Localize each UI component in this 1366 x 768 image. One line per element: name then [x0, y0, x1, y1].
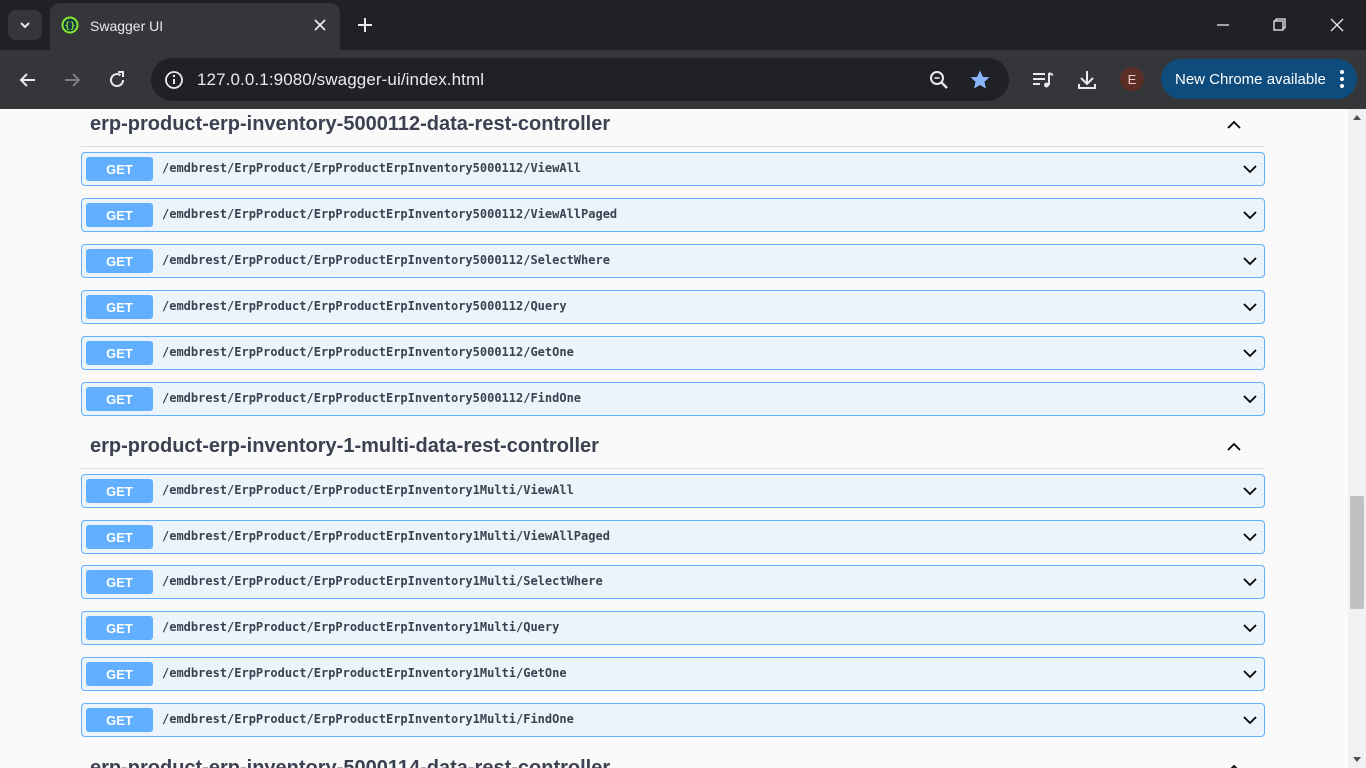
more-vert-icon[interactable] [1339, 69, 1345, 89]
svg-text:{}: {} [65, 22, 76, 32]
section-title: erp-product-erp-inventory-5000114-data-r… [90, 757, 611, 768]
chevron-down-icon[interactable] [1242, 161, 1258, 177]
section-title: erp-product-erp-inventory-5000112-data-r… [90, 113, 611, 135]
operation-row[interactable]: GET /emdbrest/ErpProduct/ErpProductErpIn… [81, 474, 1265, 508]
chevron-down-icon[interactable] [1242, 253, 1258, 269]
bookmark-star-icon[interactable] [968, 68, 992, 92]
chevron-down-icon [20, 22, 30, 29]
operation-row[interactable]: GET /emdbrest/ErpProduct/ErpProductErpIn… [81, 336, 1265, 370]
operation-row[interactable]: GET /emdbrest/ErpProduct/ErpProductErpIn… [81, 703, 1265, 737]
operation-path: /emdbrest/ErpProduct/ErpProductErpInvent… [162, 207, 618, 221]
close-icon[interactable] [312, 17, 328, 33]
chevron-down-icon[interactable] [1242, 712, 1258, 728]
operation-path: /emdbrest/ErpProduct/ErpProductErpInvent… [162, 391, 582, 405]
zoom-icon[interactable] [927, 68, 951, 92]
operation-path: /emdbrest/ErpProduct/ErpProductErpInvent… [162, 666, 567, 680]
page-viewport: erp-product-erp-inventory-5000112-data-r… [0, 109, 1348, 768]
operation-row[interactable]: GET /emdbrest/ErpProduct/ErpProductErpIn… [81, 290, 1265, 324]
section-header[interactable]: erp-product-erp-inventory-1-multi-data-r… [81, 427, 1265, 469]
download-icon[interactable] [1074, 67, 1100, 93]
vertical-scrollbar[interactable] [1348, 109, 1366, 768]
address-bar[interactable]: 127.0.0.1:9080/swagger-ui/index.html [151, 58, 1009, 101]
operation-path: /emdbrest/ErpProduct/ErpProductErpInvent… [162, 253, 610, 267]
media-controls-icon[interactable] [1030, 67, 1056, 93]
method-badge: GET [86, 157, 153, 181]
chevron-down-icon[interactable] [1242, 391, 1258, 407]
operation-row[interactable]: GET /emdbrest/ErpProduct/ErpProductErpIn… [81, 382, 1265, 416]
tab-strip: {} Swagger UI [0, 0, 1366, 50]
chevron-down-icon[interactable] [1242, 483, 1258, 499]
scrollbar-thumb[interactable] [1350, 496, 1364, 609]
close-window-icon[interactable] [1324, 12, 1350, 38]
operation-path: /emdbrest/ErpProduct/ErpProductErpInvent… [162, 299, 567, 313]
scroll-down-arrow-icon[interactable] [1353, 757, 1361, 762]
chevron-up-icon[interactable] [1225, 760, 1243, 768]
chevron-down-icon[interactable] [1242, 299, 1258, 315]
tab-title: Swagger UI [90, 18, 164, 34]
chevron-down-icon[interactable] [1242, 529, 1258, 545]
new-tab-plus-icon[interactable] [353, 13, 377, 37]
operation-row[interactable]: GET /emdbrest/ErpProduct/ErpProductErpIn… [81, 152, 1265, 186]
operation-row[interactable]: GET /emdbrest/ErpProduct/ErpProductErpIn… [81, 520, 1265, 554]
operation-row[interactable]: GET /emdbrest/ErpProduct/ErpProductErpIn… [81, 657, 1265, 691]
url-host: 127.0.0.1 [197, 70, 269, 89]
method-badge: GET [86, 570, 153, 594]
chevron-down-icon[interactable] [1242, 207, 1258, 223]
section-title: erp-product-erp-inventory-1-multi-data-r… [90, 435, 599, 457]
operation-path: /emdbrest/ErpProduct/ErpProductErpInvent… [162, 712, 574, 726]
section-header[interactable]: erp-product-erp-inventory-5000114-data-r… [81, 749, 1265, 768]
operation-row[interactable]: GET /emdbrest/ErpProduct/ErpProductErpIn… [81, 611, 1265, 645]
back-arrow-icon[interactable] [14, 66, 42, 94]
minimize-icon[interactable] [1210, 12, 1236, 38]
chevron-down-icon[interactable] [1242, 620, 1258, 636]
forward-arrow-icon[interactable] [58, 66, 86, 94]
chevron-down-icon[interactable] [1242, 666, 1258, 682]
method-badge: GET [86, 295, 153, 319]
method-badge: GET [86, 525, 153, 549]
update-chrome-button[interactable]: New Chrome available [1161, 59, 1357, 99]
method-badge: GET [86, 341, 153, 365]
update-chrome-label: New Chrome available [1175, 70, 1326, 88]
restore-icon[interactable] [1266, 12, 1292, 38]
operation-path: /emdbrest/ErpProduct/ErpProductErpInvent… [162, 483, 574, 497]
chevron-up-icon[interactable] [1225, 116, 1243, 134]
method-badge: GET [86, 662, 153, 686]
operation-row[interactable]: GET /emdbrest/ErpProduct/ErpProductErpIn… [81, 565, 1265, 599]
operation-path: /emdbrest/ErpProduct/ErpProductErpInvent… [162, 574, 603, 588]
scroll-up-arrow-icon[interactable] [1353, 115, 1361, 120]
operation-path: /emdbrest/ErpProduct/ErpProductErpInvent… [162, 161, 582, 175]
method-badge: GET [86, 387, 153, 411]
operation-row[interactable]: GET /emdbrest/ErpProduct/ErpProductErpIn… [81, 244, 1265, 278]
url-text[interactable]: 127.0.0.1:9080/swagger-ui/index.html [197, 70, 484, 90]
url-path: :9080/swagger-ui/index.html [268, 70, 485, 89]
operation-row[interactable]: GET /emdbrest/ErpProduct/ErpProductErpIn… [81, 198, 1265, 232]
method-badge: GET [86, 708, 153, 732]
operation-path: /emdbrest/ErpProduct/ErpProductErpInvent… [162, 345, 574, 359]
method-badge: GET [86, 479, 153, 503]
section-header[interactable]: erp-product-erp-inventory-5000112-data-r… [81, 109, 1265, 147]
chevron-down-icon[interactable] [1242, 574, 1258, 590]
method-badge: GET [86, 249, 153, 273]
reload-icon[interactable] [103, 66, 131, 94]
operation-path: /emdbrest/ErpProduct/ErpProductErpInvent… [162, 620, 560, 634]
profile-avatar[interactable]: E [1120, 67, 1144, 91]
browser-tab[interactable]: {} Swagger UI [50, 3, 340, 50]
swagger-favicon-icon: {} [61, 16, 79, 34]
method-badge: GET [86, 616, 153, 640]
tab-search-button[interactable] [8, 10, 42, 40]
chevron-down-icon[interactable] [1242, 345, 1258, 361]
operation-path: /emdbrest/ErpProduct/ErpProductErpInvent… [162, 529, 610, 543]
info-icon[interactable] [161, 67, 187, 93]
chevron-up-icon[interactable] [1225, 438, 1243, 456]
method-badge: GET [86, 203, 153, 227]
